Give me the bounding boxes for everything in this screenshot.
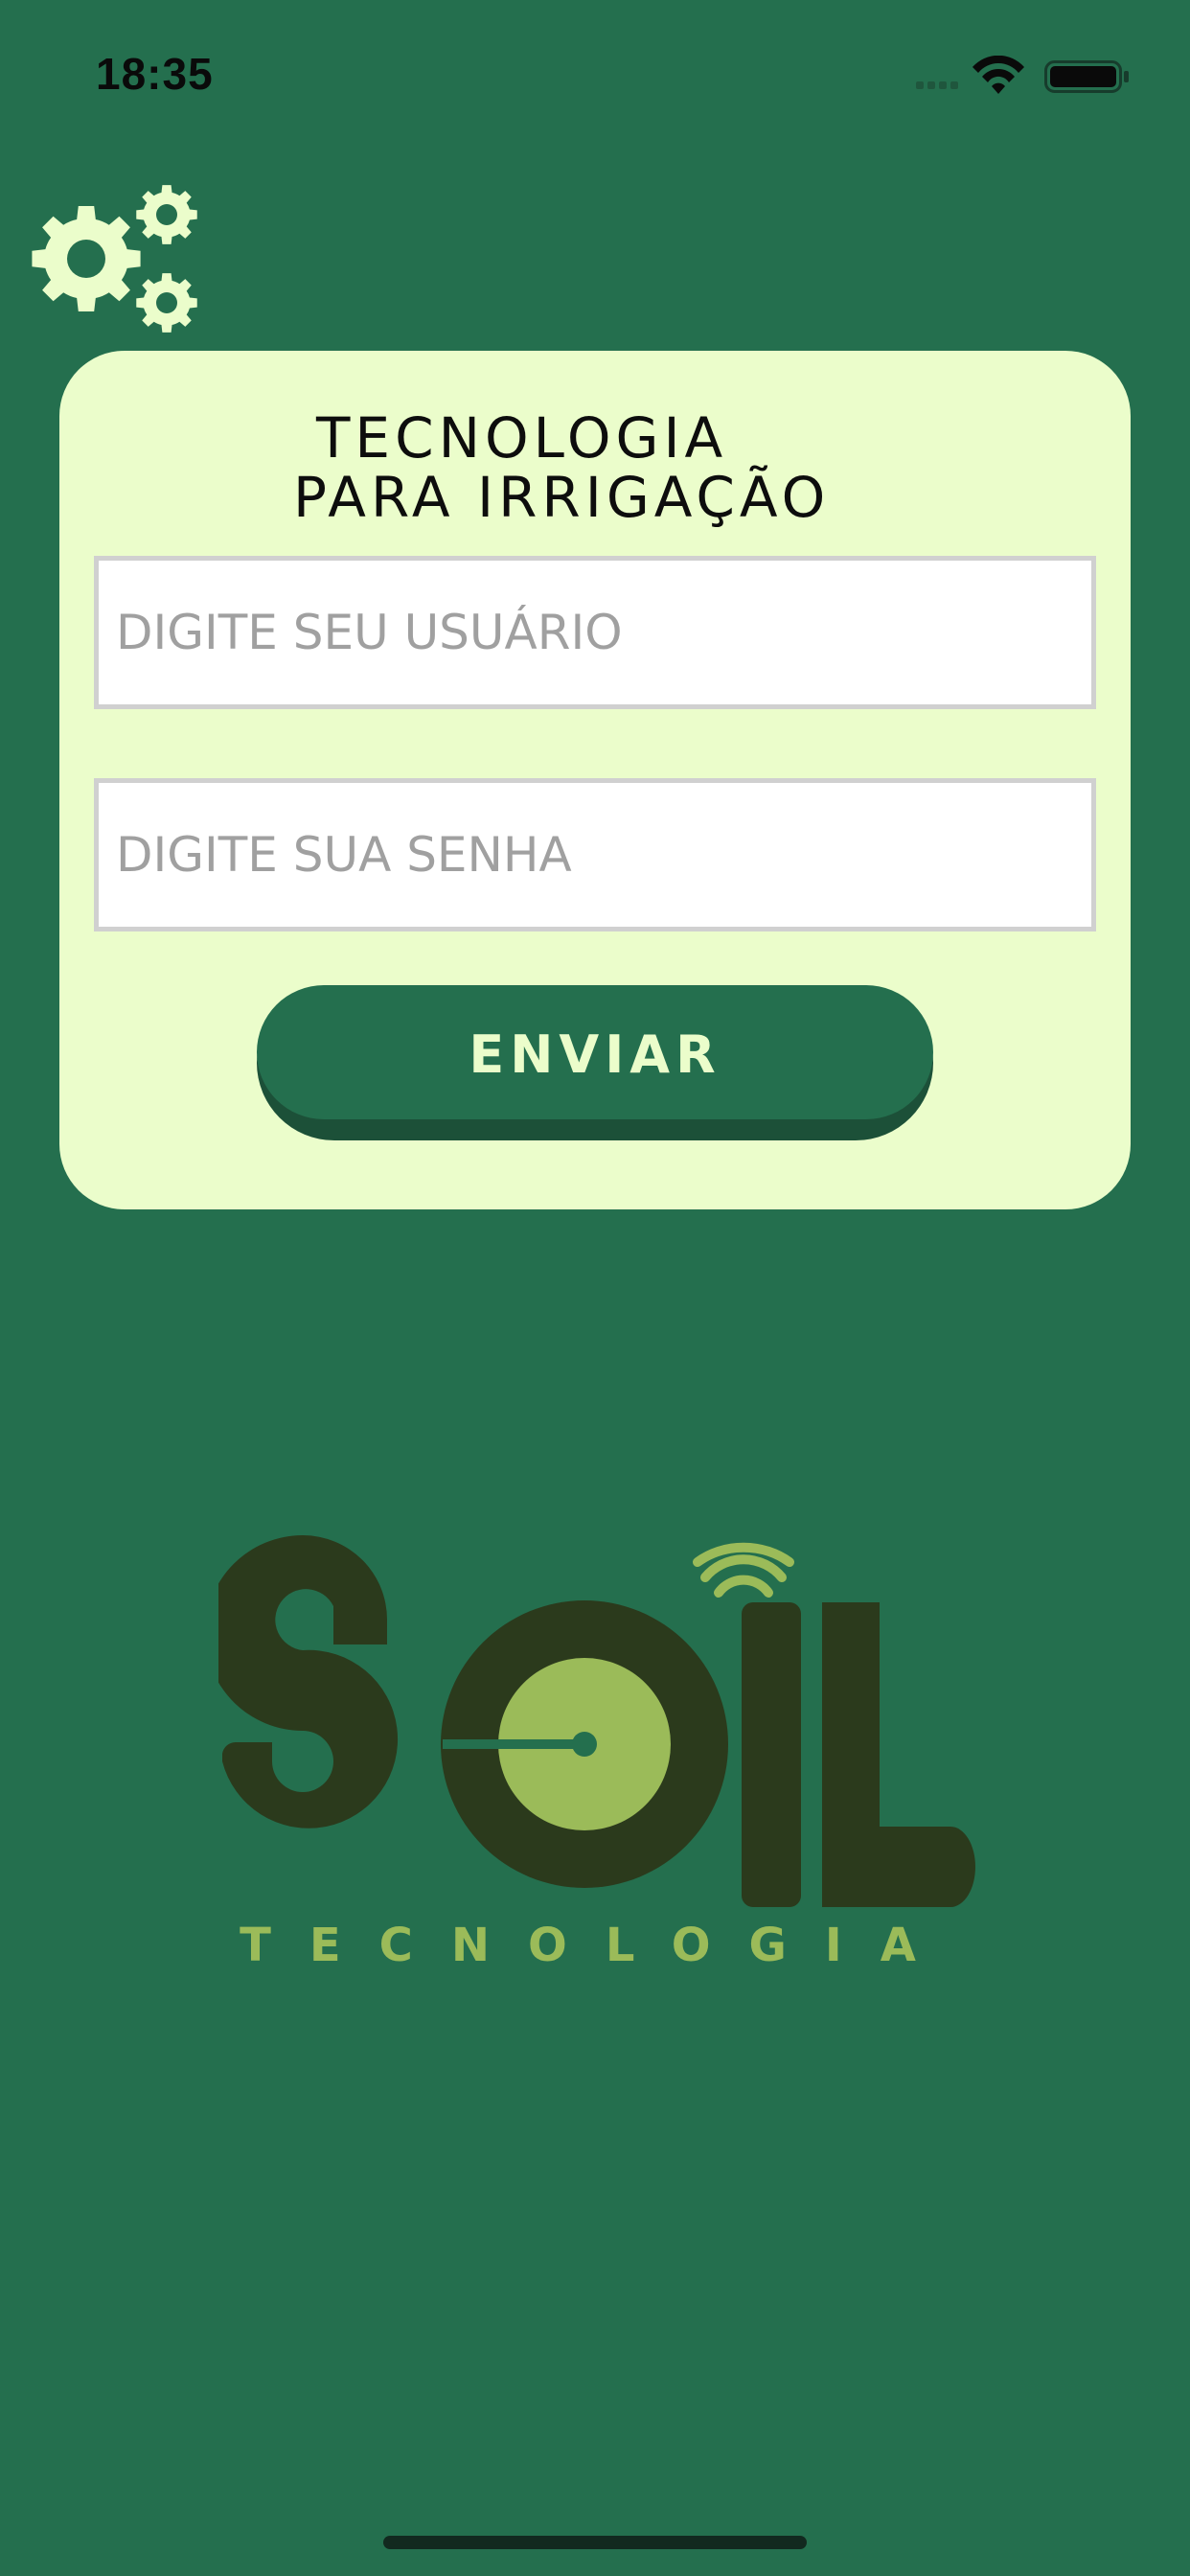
logo-tagline: TECNOLOGIA [240,1919,954,1972]
status-icons [916,56,1129,94]
status-bar: 18:35 [0,0,1190,144]
password-field[interactable] [94,778,1096,932]
signal-icon [916,81,958,89]
logo-letter-s [218,1535,399,1828]
home-indicator[interactable] [383,2536,807,2549]
battery-icon [1044,60,1129,93]
logo-signal-icon [693,1542,794,1598]
submit-button-face: ENVIAR [257,985,933,1119]
status-time: 18:35 [96,49,214,99]
login-card: TECNOLOGIA PARA IRRIGAÇÃO ENVIAR [59,351,1131,1209]
soil-logo: TECNOLOGIA [218,1535,975,1972]
logo-letter-i [742,1602,801,1907]
submit-label: ENVIAR [469,1024,721,1085]
title-line-1: TECNOLOGIA [316,405,728,471]
gears-icon [32,185,197,333]
card-title: TECNOLOGIA PARA IRRIGAÇÃO [59,408,1131,527]
logo-letter-l [822,1602,975,1907]
username-input[interactable] [99,561,1091,704]
username-field[interactable] [94,556,1096,709]
submit-button[interactable]: ENVIAR [257,985,933,1140]
title-line-2: PARA IRRIGAÇÃO [293,465,831,530]
wifi-icon [973,56,1024,94]
password-input[interactable] [99,783,1091,927]
logo-letter-o [441,1600,728,1888]
